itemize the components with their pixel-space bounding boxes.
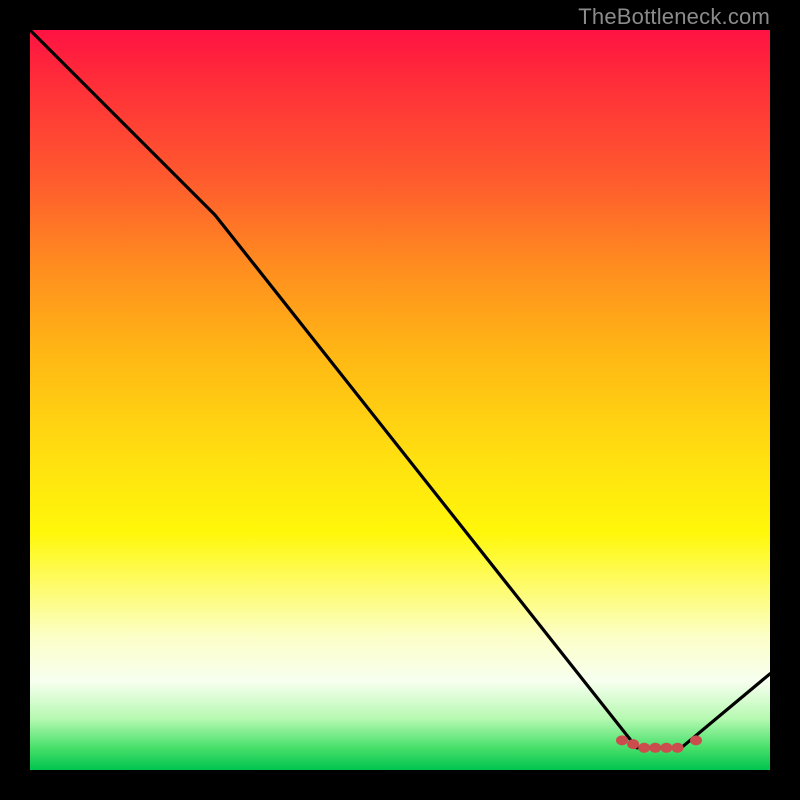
marker-dot (690, 735, 702, 745)
chart-frame: TheBottleneck.com (0, 0, 800, 800)
marker-dot (660, 743, 672, 753)
marker-dot (672, 743, 684, 753)
chart-overlay (0, 0, 800, 800)
marker-dot (627, 739, 639, 749)
marker-dot (649, 743, 661, 753)
marker-dot (638, 743, 650, 753)
marker-dot (616, 735, 628, 745)
bottleneck-curve (30, 30, 770, 748)
